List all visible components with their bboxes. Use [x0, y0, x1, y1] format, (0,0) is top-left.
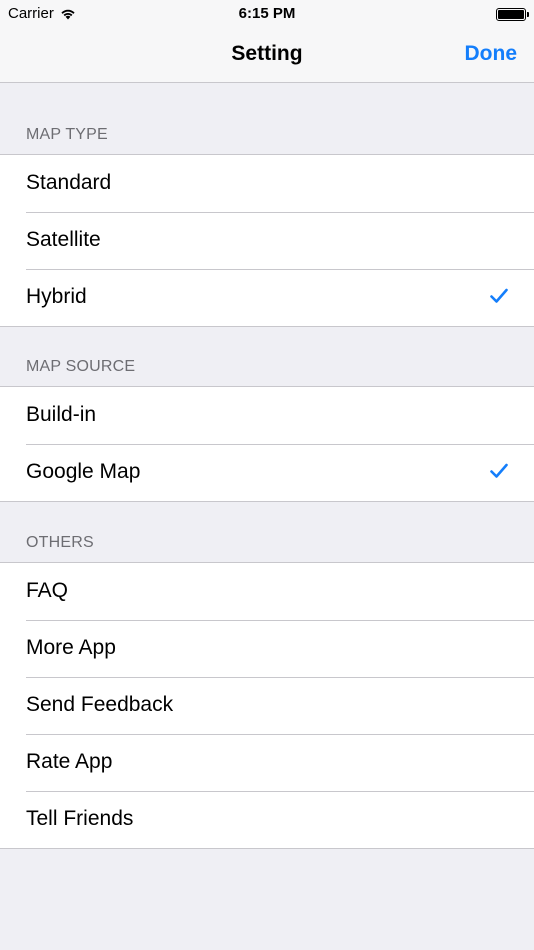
navigation-bar: Setting Done [0, 28, 534, 83]
section-header-map-source: MAP SOURCE [26, 358, 136, 375]
option-satellite[interactable]: Satellite [0, 212, 534, 269]
done-button[interactable]: Done [465, 42, 518, 66]
option-hybrid[interactable]: Hybrid [0, 269, 534, 326]
option-build-in[interactable]: Build-in [0, 387, 534, 444]
section-header-map-type: MAP TYPE [26, 126, 108, 143]
item-label: FAQ [26, 579, 69, 602]
battery-icon [496, 8, 529, 21]
page-title: Setting [231, 42, 303, 65]
option-label: Standard [26, 171, 112, 194]
more-app-item[interactable]: More App [0, 620, 534, 677]
option-standard[interactable]: Standard [0, 155, 534, 212]
option-google-map[interactable]: Google Map [0, 444, 534, 501]
rate-app-item[interactable]: Rate App [0, 734, 534, 791]
faq-item[interactable]: FAQ [0, 563, 534, 620]
checkmark-icon [490, 463, 508, 478]
checkmark-icon [490, 288, 508, 303]
status-bar: Carrier 6:15 PM [0, 0, 534, 28]
others-group: FAQ More App Send Feedback Rate App Tell… [0, 562, 534, 849]
option-label: Google Map [26, 460, 141, 483]
item-label: Rate App [26, 750, 113, 773]
send-feedback-item[interactable]: Send Feedback [0, 677, 534, 734]
option-label: Satellite [26, 228, 101, 251]
map-source-group: Build-in Google Map [0, 386, 534, 502]
item-label: Send Feedback [26, 693, 174, 716]
item-label: More App [26, 636, 116, 659]
item-label: Tell Friends [26, 807, 134, 830]
section-header-others: OTHERS [26, 534, 94, 551]
map-type-group: Standard Satellite Hybrid [0, 154, 534, 327]
option-label: Hybrid [26, 285, 87, 308]
tell-friends-item[interactable]: Tell Friends [0, 791, 534, 848]
status-time: 6:15 PM [238, 5, 296, 22]
option-label: Build-in [26, 403, 97, 426]
